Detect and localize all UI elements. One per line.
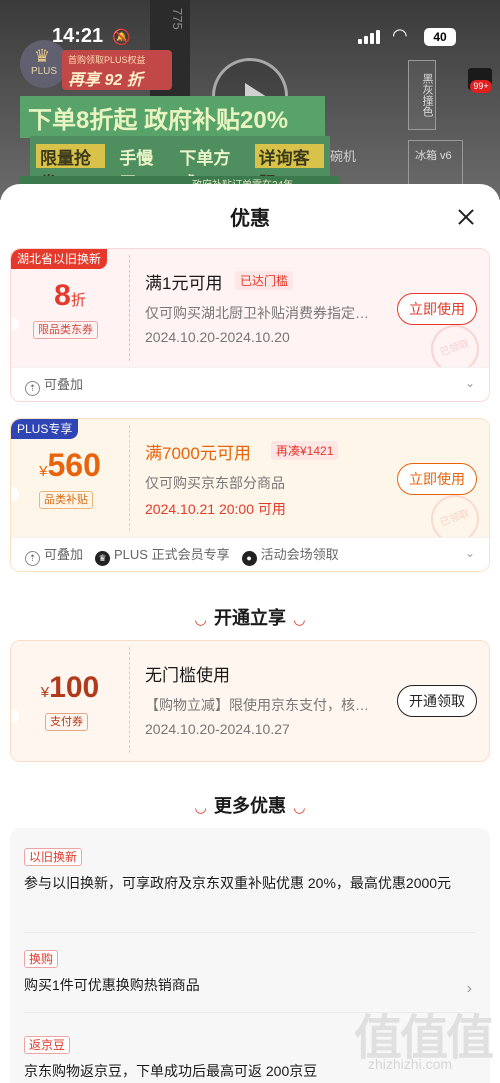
- activate-claim-button[interactable]: 开通领取: [397, 685, 477, 717]
- battery-icon: 40: [424, 28, 456, 46]
- promo-banner-pills: 限量抢券 手慢无 下单方式 详询客服: [30, 136, 330, 193]
- chevron-down-icon[interactable]: ⌄: [465, 376, 475, 390]
- coupon-condition: 无门槛使用: [145, 666, 230, 685]
- coupon-corner-tag: 湖北省以旧换新: [11, 249, 108, 269]
- coupon-condition: 满1元可用: [145, 274, 223, 293]
- coupon-feature-label: PLUS 正式会员专享: [114, 546, 230, 562]
- coupon-validity: 2024.10.20-2024.10.20: [145, 329, 290, 345]
- coupon-feature: ● 活动会场领取: [241, 544, 339, 566]
- status-time: 14:21: [52, 25, 104, 47]
- coupon-condition: 满7000元可用: [145, 444, 251, 463]
- status-bar: 14:21 🔕 ◠ 40: [0, 0, 500, 52]
- watermark-url: zhizhizhi.com: [368, 1056, 453, 1072]
- plus-promo-small: 首购领取PLUS权益: [68, 55, 146, 65]
- coupon-validity: 2024.10.20-2024.10.27: [145, 721, 290, 737]
- offer-item[interactable]: 换购 购买1件可优惠换购热销商品 ›: [24, 950, 476, 997]
- crown-icon: ♛: [95, 550, 111, 566]
- banner-pill: 手慢无: [119, 149, 154, 193]
- coupon-value-unit: 折: [70, 292, 86, 309]
- decor-smile-icon: ◡: [294, 799, 305, 815]
- cart-count-badge: 99+: [470, 80, 492, 93]
- section-heading-text: 开通立享: [214, 608, 286, 628]
- coupon-description: 仅可购买湖北厨卫补贴消费券指定商品: [145, 305, 380, 321]
- coupon-description: 仅可购买京东部分商品: [145, 475, 285, 491]
- coupon-body: ¥100 支付券 无门槛使用 【购物立减】限使用京东支付，核销后生效 2024.…: [11, 641, 489, 761]
- coupon-divider: [129, 647, 130, 753]
- section-heading: ◡ 更多优惠 ◡: [0, 792, 500, 818]
- banner-pill: 限量抢券: [36, 144, 106, 193]
- coupon-divider: [129, 425, 130, 531]
- offer-text: 参与以旧换新，可享政府及京东双重补贴优惠 20%，最高优惠2000元: [24, 875, 452, 891]
- coupon-feature-label: 可叠加: [44, 546, 84, 562]
- cellular-signal-icon: [358, 30, 380, 44]
- offer-item[interactable]: 以旧换新 参与以旧换新，可享政府及京东双重补贴优惠 20%，最高优惠2000元: [24, 848, 476, 893]
- coupon-value: ¥100: [11, 671, 129, 705]
- coupon-feature: ⇡ 可叠加: [25, 374, 83, 396]
- offer-tag: 换购: [24, 950, 59, 968]
- coupon-divider: [129, 255, 130, 361]
- use-now-button[interactable]: 立即使用: [397, 463, 477, 495]
- coupon-value-area: ¥100 支付券: [11, 641, 129, 759]
- coupon-footer[interactable]: ⇡ 可叠加 ⌄: [11, 367, 489, 401]
- plus-badge-label: PLUS: [30, 66, 58, 77]
- coupon-feature-label: 可叠加: [44, 376, 84, 392]
- plus-promo-tag[interactable]: 首购领取PLUS权益 再享 92 折: [62, 50, 172, 90]
- watermark: 值值值 zhizhizhi.com: [348, 992, 500, 1083]
- background-word: 碗机: [330, 149, 357, 164]
- coupon-card: 8折 限品类东券 湖北省以旧换新 满1元可用 已达门槛 仅可购买湖北厨卫补贴消费…: [10, 248, 490, 402]
- offer-tag: 返京豆: [24, 1036, 71, 1054]
- stack-icon: ⇡: [25, 380, 40, 396]
- decor-smile-icon: ◡: [195, 611, 206, 627]
- promo-banner: 下单8折起 政府补贴20%: [20, 96, 325, 138]
- banner-pill: 详询客服: [254, 144, 324, 193]
- plus-promo-big: 再享 92 折: [68, 72, 143, 89]
- coupon-value-number: 8: [54, 279, 71, 312]
- coupon-condition-tag: 再凑¥1421: [271, 441, 339, 460]
- sheet-title: 优惠: [230, 208, 270, 230]
- coupon-card: ¥560 品类补贴 PLUS专享 满7000元可用 再凑¥1421 仅可购买京东…: [10, 418, 490, 572]
- coupon-value: 8折: [11, 279, 129, 313]
- coupon-type-tag: 限品类东券: [33, 321, 98, 339]
- coupon-description: 【购物立减】限使用京东支付，核销后生效: [145, 697, 380, 713]
- coupon-body: ¥560 品类补贴 PLUS专享 满7000元可用 再凑¥1421 仅可购买京东…: [11, 419, 489, 550]
- variant-thumb[interactable]: 冰箱 v6: [408, 140, 463, 188]
- coupon-type-tag: 品类补贴: [39, 491, 93, 509]
- coupon-condition-tag: 已达门槛: [235, 271, 294, 290]
- coupon-card: ¥100 支付券 无门槛使用 【购物立减】限使用京东支付，核销后生效 2024.…: [10, 640, 490, 762]
- coupon-footer[interactable]: ⇡ 可叠加 ♛ PLUS 正式会员专享 ● 活动会场领取 ⌄: [11, 537, 489, 571]
- decor-smile-icon: ◡: [195, 799, 206, 815]
- coupon-sheet: 优惠 8折 限品类东券 湖北省以旧换新 满1元可用 已达门槛 仅可购买湖北厨卫补…: [0, 184, 500, 1083]
- coupon-type-tag: 支付券: [45, 713, 88, 731]
- coupon-value-number: 100: [49, 671, 100, 704]
- coupon-body: 8折 限品类东券 湖北省以旧换新 满1元可用 已达门槛 仅可购买湖北厨卫补贴消费…: [11, 249, 489, 380]
- divider: [24, 932, 476, 933]
- banner-pill: 下单方式: [179, 149, 231, 193]
- wifi-icon: ◠: [392, 25, 408, 45]
- stack-icon: ⇡: [25, 550, 40, 566]
- silent-bell-icon: 🔕: [112, 29, 131, 46]
- coupon-validity: 2024.10.21 20:00 可用: [145, 501, 286, 517]
- color-option-thumb[interactable]: 黑灰撞色: [408, 60, 436, 130]
- coupon-feature: ♛ PLUS 正式会员专享: [95, 544, 230, 566]
- offer-tag: 以旧换新: [24, 848, 83, 866]
- chevron-down-icon[interactable]: ⌄: [465, 546, 475, 560]
- coupon-feature: ⇡ 可叠加: [25, 544, 83, 566]
- venue-icon: ●: [241, 550, 257, 566]
- coupon-value-number: 560: [47, 447, 101, 483]
- section-heading: ◡ 开通立享 ◡: [0, 604, 500, 630]
- section-heading-text: 更多优惠: [214, 796, 286, 816]
- coupon-currency: ¥: [40, 684, 50, 701]
- coupon-value: ¥560: [11, 447, 129, 484]
- decor-smile-icon: ◡: [294, 611, 305, 627]
- coupon-feature-label: 活动会场领取: [260, 546, 339, 562]
- close-icon[interactable]: [452, 204, 480, 232]
- use-now-button[interactable]: 立即使用: [397, 293, 477, 325]
- coupon-corner-tag: PLUS专享: [11, 419, 79, 439]
